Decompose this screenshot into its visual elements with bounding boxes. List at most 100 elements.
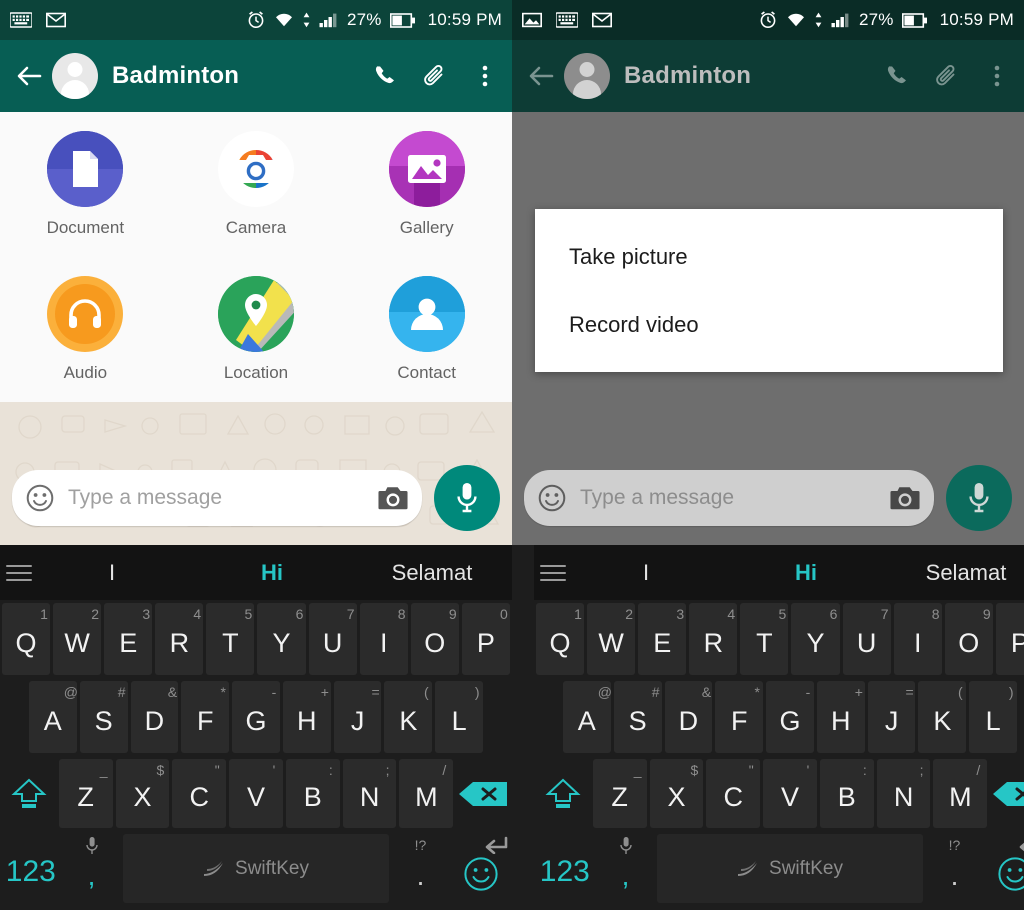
phone-icon[interactable]	[884, 63, 910, 89]
attachment-option-audio[interactable]: Audio	[0, 257, 171, 402]
more-vertical-icon[interactable]	[984, 63, 1010, 89]
paperclip-icon[interactable]	[934, 63, 960, 89]
key-z[interactable]: _ Z	[58, 759, 113, 828]
key-r[interactable]: 4R	[689, 603, 738, 675]
comma-key[interactable]: ,	[63, 834, 121, 903]
shift-key[interactable]	[536, 759, 590, 828]
suggestion-2[interactable]: Selamat	[886, 560, 1024, 586]
camera-icon[interactable]	[378, 485, 408, 511]
key-h[interactable]: + H	[282, 681, 331, 753]
key-x[interactable]: $ X	[115, 759, 170, 828]
key-p[interactable]: 0P	[995, 603, 1024, 675]
key-s[interactable]: # S	[79, 681, 128, 753]
backspace-key[interactable]	[990, 759, 1024, 828]
key-q[interactable]: 1Q	[2, 603, 51, 675]
suggestion-0[interactable]: I	[32, 560, 192, 586]
attachment-option-document[interactable]: Document	[0, 112, 171, 257]
suggestion-0[interactable]: I	[566, 560, 726, 586]
key-u[interactable]: 7U	[842, 603, 891, 675]
smiley-icon[interactable]	[26, 484, 54, 512]
avatar[interactable]	[52, 53, 98, 99]
attachment-option-contact[interactable]: Contact	[341, 257, 512, 402]
key-j[interactable]: = J	[333, 681, 382, 753]
key-n[interactable]: ; N	[342, 759, 397, 828]
key-t[interactable]: 5T	[206, 603, 255, 675]
emoji-key[interactable]	[986, 834, 1024, 903]
key-d[interactable]: & D	[130, 681, 179, 753]
key-g[interactable]: -G	[766, 681, 814, 753]
key-y[interactable]: 6Y	[791, 603, 840, 675]
back-arrow-icon[interactable]	[14, 61, 44, 91]
key-w[interactable]: 2W	[587, 603, 636, 675]
shift-key[interactable]	[2, 759, 56, 828]
key-k[interactable]: (K	[918, 681, 967, 753]
suggestion-1[interactable]: Hi	[726, 560, 886, 586]
key-h[interactable]: + H	[816, 681, 865, 753]
attachment-option-camera[interactable]: Camera	[171, 112, 342, 257]
hamburger-menu-icon[interactable]	[540, 564, 566, 581]
voice-record-button[interactable]	[946, 464, 1012, 531]
key-o[interactable]: 9O	[944, 603, 993, 675]
chat-title[interactable]: Badminton	[112, 62, 239, 90]
key-r[interactable]: 4R	[155, 603, 204, 675]
suggestion-1[interactable]: Hi	[192, 560, 352, 586]
key-o[interactable]: 9O	[410, 603, 459, 675]
key-t[interactable]: 5T	[740, 603, 789, 675]
chat-title[interactable]: Badminton	[624, 62, 751, 90]
key-f[interactable]: * F	[715, 681, 764, 753]
key-i[interactable]: 8I	[359, 603, 408, 675]
key-w[interactable]: 2W	[53, 603, 102, 675]
key-c[interactable]: " C	[172, 759, 227, 828]
dialog-option-take-picture[interactable]: Take picture	[535, 223, 1003, 291]
key-b[interactable]: :B	[285, 759, 340, 828]
key-k[interactable]: (K	[384, 681, 433, 753]
numeric-key[interactable]: 123	[2, 834, 60, 903]
key-s[interactable]: # S	[613, 681, 662, 753]
emoji-key[interactable]	[452, 834, 510, 903]
dialog-option-record-video[interactable]: Record video	[535, 291, 1003, 359]
key-b[interactable]: :B	[819, 759, 874, 828]
key-m[interactable]: / M	[399, 759, 454, 828]
period-key[interactable]: !? .	[392, 834, 450, 903]
key-e[interactable]: 3E	[638, 603, 687, 675]
smiley-icon[interactable]	[538, 484, 566, 512]
key-f[interactable]: * F	[181, 681, 230, 753]
message-input-box[interactable]: Type a message	[524, 469, 934, 526]
key-x[interactable]: $ X	[649, 759, 704, 828]
camera-icon[interactable]	[890, 485, 920, 511]
key-e[interactable]: 3E	[104, 603, 153, 675]
message-input-box[interactable]: Type a message	[12, 469, 422, 526]
hamburger-menu-icon[interactable]	[6, 564, 32, 581]
back-arrow-icon[interactable]	[526, 61, 556, 91]
key-c[interactable]: " C	[706, 759, 761, 828]
key-j[interactable]: = J	[867, 681, 916, 753]
avatar[interactable]	[564, 53, 610, 99]
key-q[interactable]: 1Q	[536, 603, 585, 675]
period-key[interactable]: !? .	[926, 834, 984, 903]
comma-key[interactable]: ,	[597, 834, 655, 903]
key-n[interactable]: ; N	[876, 759, 931, 828]
key-d[interactable]: & D	[664, 681, 713, 753]
paperclip-icon[interactable]	[422, 63, 448, 89]
key-z[interactable]: _ Z	[592, 759, 647, 828]
space-key[interactable]: SwiftKey	[123, 834, 389, 903]
attachment-option-gallery[interactable]: Gallery	[341, 112, 512, 257]
key-i[interactable]: 8I	[893, 603, 942, 675]
key-u[interactable]: 7U	[308, 603, 357, 675]
more-vertical-icon[interactable]	[472, 63, 498, 89]
voice-record-button[interactable]	[434, 464, 500, 531]
key-a[interactable]: @ A	[28, 681, 78, 753]
key-v[interactable]: ' V	[763, 759, 817, 828]
key-g[interactable]: -G	[232, 681, 280, 753]
key-y[interactable]: 6Y	[257, 603, 306, 675]
attachment-option-location[interactable]: Location	[171, 257, 342, 402]
backspace-key[interactable]	[456, 759, 510, 828]
key-l[interactable]: ) L	[435, 681, 484, 753]
key-m[interactable]: / M	[933, 759, 988, 828]
space-key[interactable]: SwiftKey	[657, 834, 923, 903]
suggestion-2[interactable]: Selamat	[352, 560, 512, 586]
key-v[interactable]: ' V	[229, 759, 283, 828]
numeric-key[interactable]: 123	[536, 834, 594, 903]
key-a[interactable]: @ A	[562, 681, 612, 753]
phone-icon[interactable]	[372, 63, 398, 89]
